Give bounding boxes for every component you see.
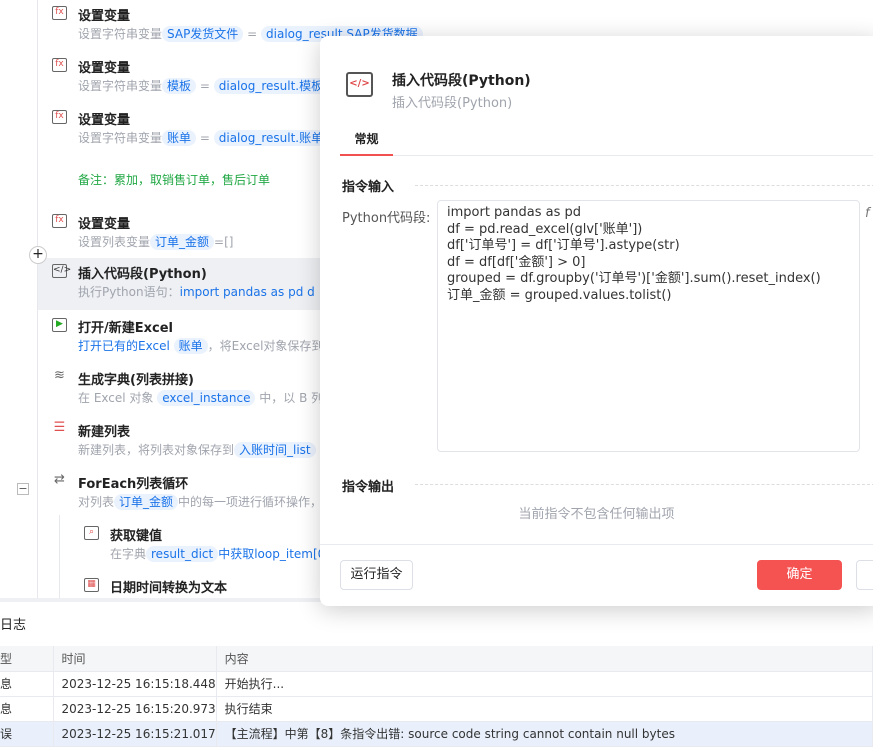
dialog-subtitle: 插入代码段(Python)	[392, 96, 513, 111]
tab-general[interactable]: 常规	[340, 126, 393, 156]
divider	[415, 185, 873, 186]
cancel-button[interactable]	[856, 560, 873, 590]
fx-icon[interactable]: f	[865, 206, 870, 221]
calendar-icon: ▦	[84, 578, 99, 592]
fx-icon: fx	[52, 58, 67, 72]
table-row[interactable]: 误 2023-12-25 16:15:21.017 【主流程】中第【8】条指令出错:…	[0, 721, 873, 747]
footer-divider	[320, 544, 873, 545]
fx-icon: fx	[52, 214, 67, 228]
log-table: 型时间 内容 息 2023-12-25 16:15:18.448 开始执行... 息2…	[0, 646, 873, 747]
tab-bar: 常规	[340, 126, 873, 156]
empty-output-text: 当前指令不包含任何输出项	[518, 507, 675, 522]
python-snippet-dialog: </> 插入代码段(Python) 插入代码段(Python) 常规 指令输入 …	[320, 36, 873, 606]
code-icon: </>	[346, 72, 373, 97]
fx-icon: fx	[52, 110, 67, 124]
code-icon: </>	[52, 264, 71, 278]
excel-icon: ▶	[52, 318, 67, 332]
python-code-input[interactable]: import pandas as pd df = pd.read_excel(g…	[437, 200, 860, 452]
loop-icon: ⇄	[54, 472, 65, 487]
output-section-title: 指令输出	[342, 480, 395, 495]
table-row[interactable]: 息 2023-12-25 16:15:18.448 开始执行...	[0, 671, 873, 697]
fx-icon: fx	[52, 6, 67, 20]
comment-note: 备注：累加，取销售订单，售后订单	[78, 173, 271, 187]
log-title: 行日志	[0, 618, 27, 633]
code-label: Python代码段:	[342, 211, 431, 226]
var-tag: SAP发货文件	[162, 26, 244, 42]
layers-icon: ≋	[54, 368, 65, 383]
list-icon: ☰	[53, 420, 66, 435]
add-step-button[interactable]: +	[29, 246, 47, 264]
input-section-title: 指令输入	[342, 180, 395, 195]
collapse-button[interactable]: −	[17, 483, 29, 495]
confirm-button[interactable]: 确定	[757, 560, 842, 590]
dict-search-icon: ⌕	[84, 526, 99, 540]
run-log-panel: 行日志 型时间内容 息2023-12-25 16:15:18.448开始执行..…	[0, 598, 873, 747]
divider	[415, 484, 873, 485]
run-instruction-button[interactable]: 运行指令	[340, 560, 413, 590]
dialog-title: 插入代码段(Python)	[392, 73, 531, 89]
table-row[interactable]: 息 2023-12-25 16:15:20.973 执行结束	[0, 696, 873, 722]
tree-line	[59, 515, 60, 598]
